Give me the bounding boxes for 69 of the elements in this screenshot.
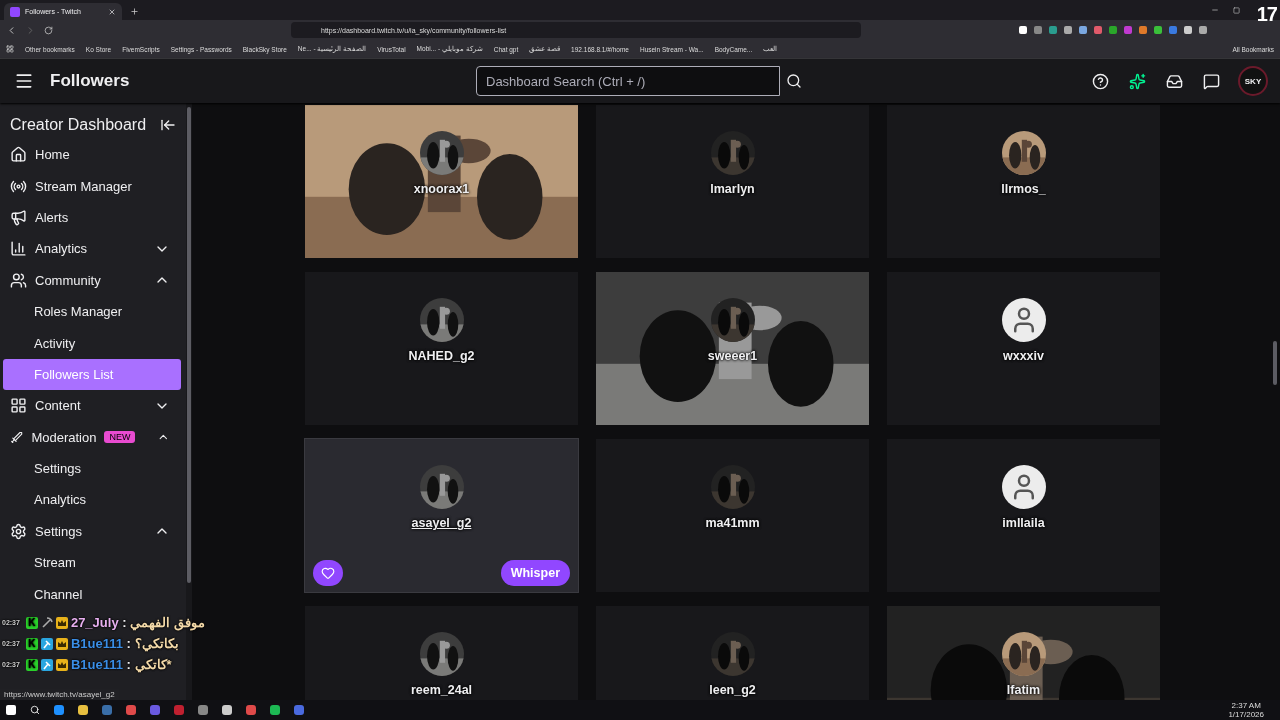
sidebar-item[interactable]: Stream xyxy=(3,547,181,579)
sidebar-item[interactable]: Moderation NEW xyxy=(0,421,186,453)
follower-card[interactable]: reem_24al xyxy=(305,606,578,700)
scrollbar[interactable] xyxy=(1273,341,1277,385)
sidebar-item[interactable]: Analytics xyxy=(0,233,186,265)
search-field[interactable]: Dashboard Search (Ctrl + /) xyxy=(476,66,780,96)
bar-chart-icon xyxy=(10,240,27,258)
sidebar-item[interactable]: Channel xyxy=(3,578,181,610)
app-icon[interactable] xyxy=(78,705,88,715)
scrollbar[interactable] xyxy=(187,107,191,583)
follower-card[interactable]: ma41mm xyxy=(596,439,869,592)
user-avatar[interactable]: SKY xyxy=(1238,66,1268,96)
app-icon[interactable] xyxy=(126,705,136,715)
minimize-icon[interactable] xyxy=(1211,6,1219,14)
follower-name[interactable]: wxxxiv xyxy=(1003,349,1044,364)
overlay-number: 17 xyxy=(1256,3,1277,26)
whisper-button[interactable]: Whisper xyxy=(500,560,570,586)
follower-card[interactable]: asayel_g2 Whisper xyxy=(305,439,578,592)
sidebar-item[interactable]: Activity xyxy=(3,327,181,359)
follower-card[interactable]: lmarlyn xyxy=(596,105,869,258)
maximize-icon[interactable] xyxy=(1233,6,1240,14)
sidebar-item[interactable]: Content xyxy=(0,390,186,422)
follower-name[interactable]: lmarlyn xyxy=(710,182,755,197)
follower-name[interactable]: asayel_g2 xyxy=(411,516,472,531)
follower-card[interactable]: leen_g2 xyxy=(596,606,869,700)
sidebar-item[interactable]: Stream Manager xyxy=(0,170,186,202)
apps-icon[interactable] xyxy=(6,45,14,53)
reload-icon[interactable] xyxy=(44,25,53,35)
search-icon xyxy=(786,73,802,89)
follower-name[interactable]: NAHED_g2 xyxy=(408,349,475,364)
new-badge: NEW xyxy=(104,431,136,444)
people-icon xyxy=(10,271,27,289)
follower-name[interactable]: reem_24al xyxy=(410,683,473,698)
follower-name[interactable]: ma41mm xyxy=(705,516,760,531)
sidebar-item[interactable]: Home xyxy=(0,139,186,171)
app-icon[interactable] xyxy=(222,705,232,715)
pickaxe-icon xyxy=(40,616,53,629)
app-icon[interactable] xyxy=(54,705,64,715)
clock[interactable]: 2:37 AM 1/17/2026 xyxy=(1228,701,1264,719)
sidebar-item[interactable]: Settings xyxy=(3,452,181,485)
follower-card[interactable]: NAHED_g2 xyxy=(305,272,578,425)
grid-icon xyxy=(10,397,27,415)
follower-name[interactable]: llrmos_ xyxy=(1001,182,1046,197)
sidebar-item[interactable]: Analytics xyxy=(3,484,181,516)
follower-card[interactable]: imllaila xyxy=(887,439,1160,592)
sidebar-item[interactable]: Alerts xyxy=(0,201,186,234)
follower-name[interactable]: leen_g2 xyxy=(709,683,756,698)
home-icon xyxy=(10,146,27,164)
app-icon[interactable] xyxy=(246,705,256,715)
search-icon[interactable] xyxy=(30,705,40,715)
follower-card[interactable]: wxxxiv xyxy=(887,272,1160,425)
page-title: Followers xyxy=(50,71,131,91)
sidebar-title: Creator Dashboard xyxy=(10,116,147,134)
tab-favicon-icon xyxy=(10,6,20,17)
sidebar-item[interactable]: Community xyxy=(0,264,186,296)
new-tab-icon[interactable] xyxy=(130,7,139,16)
gear-icon xyxy=(10,522,27,540)
close-icon[interactable] xyxy=(108,7,116,16)
app-icon[interactable] xyxy=(270,705,280,715)
sidebar-item[interactable]: Roles Manager xyxy=(3,295,181,328)
sidebar-item[interactable]: Settings xyxy=(0,515,186,548)
follow-button[interactable] xyxy=(313,560,343,586)
follower-card[interactable]: llrmos_ xyxy=(887,105,1160,258)
collapse-icon[interactable] xyxy=(160,117,176,133)
megaphone-icon xyxy=(10,208,27,226)
heart-icon xyxy=(321,566,335,580)
follower-name[interactable]: imllaila xyxy=(1002,516,1045,531)
windows-icon[interactable] xyxy=(6,705,16,715)
app-icon[interactable] xyxy=(198,705,208,715)
